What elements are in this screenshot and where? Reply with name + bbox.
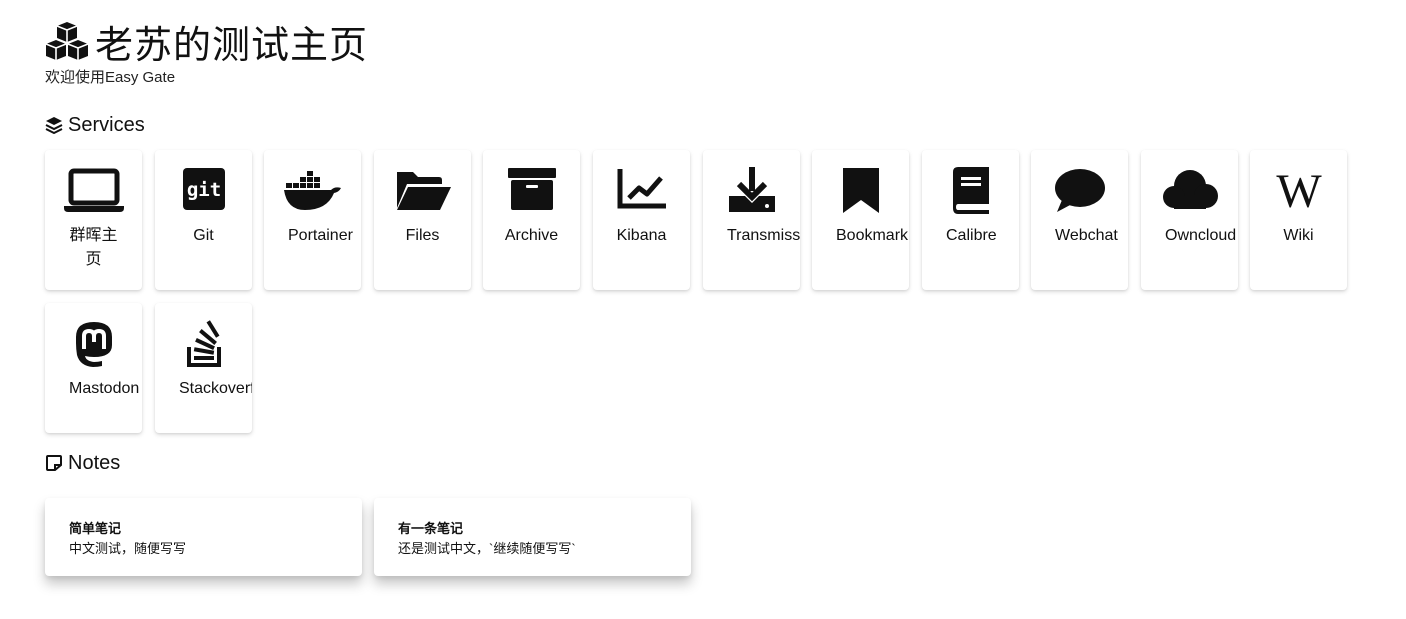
layers-icon — [45, 117, 63, 134]
service-card-kibana[interactable]: Kibana — [593, 150, 690, 290]
wikipedia-icon: W — [1276, 166, 1322, 214]
services-heading: Services — [45, 112, 1375, 138]
book-icon — [952, 167, 989, 214]
page-subtitle: 欢迎使用Easy Gate — [45, 69, 176, 86]
svg-text:git: git — [186, 179, 220, 201]
chart-line-icon — [617, 169, 666, 209]
service-name: Owncloud — [1165, 227, 1237, 244]
bookmark-icon — [842, 168, 879, 213]
service-card-files[interactable]: Files — [374, 150, 471, 290]
sticky-note-icon — [46, 455, 62, 471]
service-card-transmission[interactable]: Transmission — [703, 150, 800, 290]
cloud-icon — [1162, 170, 1218, 209]
service-card-git[interactable]: git Git — [155, 150, 252, 290]
service-name: Transmission — [727, 227, 800, 244]
service-name: Webchat — [1055, 227, 1118, 244]
page: 老苏的测试主页 欢迎使用Easy Gate Services 群晖主页 git … — [45, 18, 1375, 578]
service-card-synology[interactable]: 群晖主页 — [45, 150, 142, 290]
note-title: 简单笔记 — [69, 521, 122, 536]
notes-heading: Notes — [45, 450, 1375, 476]
mastodon-icon — [75, 322, 112, 367]
service-card-portainer[interactable]: Portainer — [264, 150, 361, 290]
note-title: 有一条笔记 — [398, 521, 464, 536]
service-card-mastodon[interactable]: Mastodon — [45, 303, 142, 433]
download-icon — [728, 167, 775, 212]
service-card-stackoverflow[interactable]: Stackoverflow — [155, 303, 252, 433]
docker-icon — [283, 171, 341, 210]
service-card-webchat[interactable]: Webchat — [1031, 150, 1128, 290]
stack-overflow-icon — [186, 320, 221, 367]
service-card-owncloud[interactable]: Owncloud — [1141, 150, 1238, 290]
note-card: 有一条笔记 还是测试中文，`继续随便写写` — [374, 498, 691, 576]
svg-text:W: W — [1276, 166, 1322, 214]
service-name: Portainer — [288, 227, 353, 244]
header: 老苏的测试主页 — [45, 18, 1375, 67]
service-name: Calibre — [946, 227, 997, 244]
note-card: 简单笔记 中文测试，随便写写 — [45, 498, 362, 576]
note-content: 还是测试中文，`继续随便写写` — [398, 541, 576, 556]
service-name: Bookmark — [836, 227, 909, 244]
service-card-wiki[interactable]: W Wiki — [1250, 150, 1347, 290]
service-name: Git — [193, 227, 214, 244]
laptop-icon — [63, 168, 124, 212]
notes-label: Notes — [68, 451, 121, 474]
services-grid: 群晖主页 git Git Portainer Files Archive Kib… — [45, 150, 1375, 433]
service-name: Files — [405, 227, 440, 244]
service-name: Kibana — [616, 227, 667, 244]
service-name: Archive — [504, 227, 559, 244]
notes-list: 简单笔记 中文测试，随便写写 有一条笔记 还是测试中文，`继续随便写写` — [45, 498, 1375, 578]
services-label: Services — [68, 113, 145, 136]
page-title: 老苏的测试主页 — [95, 24, 369, 67]
service-name: 群晖主页 — [69, 227, 118, 268]
archive-icon — [507, 168, 556, 210]
cubes-icon — [45, 22, 89, 60]
folder-open-icon — [396, 172, 451, 210]
service-card-calibre[interactable]: Calibre — [922, 150, 1019, 290]
service-name: Wiki — [1283, 227, 1314, 244]
service-name: Stackoverflow — [179, 380, 252, 397]
service-name: Mastodon — [69, 380, 140, 397]
note-content: 中文测试，随便写写 — [69, 541, 187, 556]
comment-icon — [1054, 169, 1105, 212]
git-icon: git — [182, 168, 225, 210]
service-card-bookmark[interactable]: Bookmark — [812, 150, 909, 290]
service-card-archive[interactable]: Archive — [483, 150, 580, 290]
